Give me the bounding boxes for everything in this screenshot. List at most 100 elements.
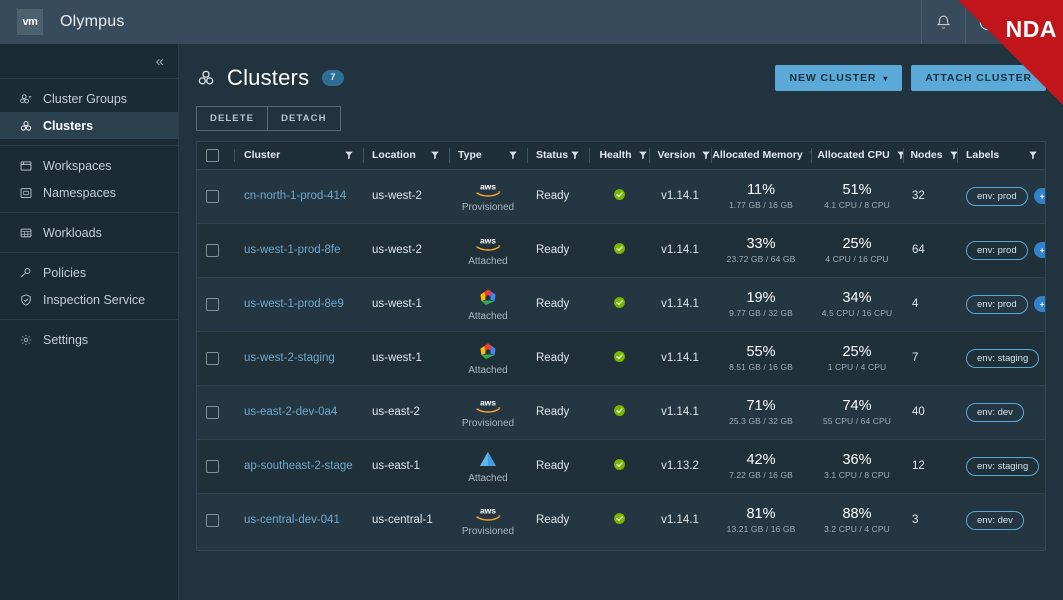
sidebar-item-settings[interactable]: Settings — [0, 326, 178, 353]
cell-cluster: us-west-2-staging — [235, 331, 363, 385]
cpu-percent: 36% — [842, 452, 872, 469]
attach-cluster-button[interactable]: ATTACH CLUSTER — [911, 65, 1046, 91]
workloads-icon — [17, 226, 34, 240]
cell-allocated-cpu: 34% 4.5 CPU / 16 CPU — [811, 277, 903, 331]
filter-icon[interactable] — [430, 150, 440, 160]
brand[interactable]: vm Olympus — [0, 9, 125, 35]
label-chip[interactable]: env: staging — [966, 348, 1040, 368]
col-nodes: Nodes — [903, 142, 958, 170]
cell-cluster: us-west-1-prod-8e9 — [235, 277, 363, 331]
row-checkbox[interactable] — [206, 297, 219, 311]
cell-type: Attached — [449, 277, 527, 331]
cell-version: v1.14.1 — [661, 190, 699, 202]
table-row[interactable]: us-west-2-staging us-west-1 Attached Ready v… — [197, 331, 1045, 385]
cluster-link[interactable]: us-central-dev-041 — [244, 514, 340, 526]
row-checkbox[interactable] — [206, 351, 219, 365]
cell-type: aws Provisioned — [449, 385, 527, 439]
cell-version: v1.14.1 — [661, 298, 699, 310]
cell-status: Ready — [536, 190, 570, 202]
select-all-checkbox[interactable] — [206, 148, 219, 162]
filter-icon[interactable] — [570, 150, 580, 160]
cell-status: Ready — [536, 406, 570, 418]
row-select-cell — [197, 277, 235, 331]
cell-labels: env: prod +2 — [957, 169, 1045, 223]
filter-icon[interactable] — [638, 150, 648, 160]
label-chip[interactable]: env: prod — [966, 186, 1028, 206]
row-select-cell — [197, 385, 235, 439]
col-allocated-memory: Allocated Memory — [711, 142, 818, 170]
sidebar-item-inspection-service[interactable]: Inspection Service — [0, 286, 178, 313]
cell-version: v1.14.1 — [661, 352, 699, 364]
memory-percent: 33% — [746, 236, 776, 253]
table-row[interactable]: us-west-1-prod-8fe us-west-2 aws Attached Re… — [197, 223, 1045, 277]
sidebar-item-workloads[interactable]: Workloads — [0, 219, 178, 246]
cpu-percent: 25% — [842, 344, 872, 361]
table-row[interactable]: us-west-1-prod-8e9 us-west-1 Attached Ready… — [197, 277, 1045, 331]
label-chip[interactable]: env: staging — [966, 456, 1040, 476]
memory-detail: 1.77 GB / 16 GB — [729, 200, 793, 211]
cell-status: Ready — [536, 352, 570, 364]
cell-nodes: 12 — [912, 460, 925, 472]
table-row[interactable]: us-east-2-dev-0a4 us-east-2 aws Provisioned… — [197, 385, 1045, 439]
row-checkbox[interactable] — [206, 405, 219, 419]
row-checkbox[interactable] — [206, 243, 219, 257]
cell-status: Ready — [536, 244, 570, 256]
row-checkbox[interactable] — [206, 189, 219, 203]
help-icon[interactable] — [964, 0, 1009, 44]
cluster-link[interactable]: us-east-2-dev-0a4 — [244, 406, 337, 418]
delete-button[interactable]: DELETE — [196, 106, 269, 131]
sidebar-item-namespaces[interactable]: Namespaces — [0, 179, 178, 206]
cell-allocated-cpu: 88% 3.2 CPU / 4 CPU — [811, 493, 903, 547]
workspaces-icon — [17, 159, 34, 173]
filter-icon[interactable] — [508, 150, 518, 160]
filter-icon[interactable] — [701, 150, 711, 160]
table-row[interactable]: us-central-dev-041 us-central-1 aws Provisi… — [197, 493, 1045, 547]
table-row[interactable]: cn-north-1-prod-414 us-west-2 aws Provision… — [197, 169, 1045, 223]
type-subtitle: Attached — [468, 255, 508, 267]
sidebar: « Cluster Groups Clusters Workspaces Nam… — [0, 44, 179, 600]
sidebar-item-workspaces[interactable]: Workspaces — [0, 152, 178, 179]
col-select — [197, 142, 235, 170]
user-menu[interactable]: Sha — [1008, 0, 1063, 44]
memory-percent: 55% — [746, 344, 776, 361]
table-row[interactable]: ap-southeast-2-stage us-east-1 Attached Rea… — [197, 439, 1045, 493]
sidebar-item-cluster-groups[interactable]: Cluster Groups — [0, 85, 178, 112]
google-cloud-logo-icon — [480, 288, 496, 305]
new-cluster-button[interactable]: NEW CLUSTER ▾ — [775, 65, 903, 91]
label-chip[interactable]: env: dev — [966, 402, 1024, 422]
sidebar-item-clusters[interactable]: Clusters — [0, 112, 178, 139]
label-more-chip[interactable]: +2 — [1033, 296, 1045, 312]
cell-cluster: us-west-1-prod-8fe — [235, 223, 363, 277]
aws-logo-icon: aws — [476, 181, 501, 197]
cell-labels: env: staging — [957, 331, 1045, 385]
memory-detail: 7.22 GB / 16 GB — [729, 470, 793, 481]
bell-icon[interactable] — [920, 0, 965, 44]
cell-nodes: 32 — [912, 190, 925, 202]
top-header-bar: vm Olympus Sha — [0, 0, 1063, 44]
sidebar-collapse-button[interactable]: « — [0, 44, 178, 78]
label-chip[interactable]: env: prod — [966, 294, 1028, 314]
sidebar-group-3: Workloads — [0, 213, 178, 252]
cluster-link[interactable]: us-west-1-prod-8fe — [244, 244, 341, 256]
label-chip[interactable]: env: prod — [966, 240, 1028, 260]
col-labels: Labels — [957, 142, 1045, 170]
inspection-service-icon — [17, 293, 34, 307]
cpu-percent: 74% — [842, 398, 872, 415]
row-checkbox[interactable] — [206, 513, 219, 527]
cell-labels: env: prod +2 — [957, 277, 1045, 331]
cluster-link[interactable]: us-west-2-staging — [244, 352, 335, 364]
label-more-chip[interactable]: +2 — [1033, 188, 1045, 204]
row-checkbox[interactable] — [206, 459, 219, 473]
filter-icon[interactable] — [1028, 150, 1038, 160]
sidebar-item-policies[interactable]: Policies — [0, 259, 178, 286]
label-more-chip[interactable]: +2 — [1033, 242, 1045, 258]
label-chip[interactable]: env: dev — [966, 510, 1024, 530]
detach-button[interactable]: DETACH — [268, 106, 341, 131]
cluster-link[interactable]: us-west-1-prod-8e9 — [244, 298, 344, 310]
cluster-link[interactable]: cn-north-1-prod-414 — [244, 190, 346, 202]
filter-icon[interactable] — [344, 150, 354, 160]
sidebar-item-label: Workspaces — [43, 158, 112, 173]
col-location-label: Location — [372, 149, 416, 162]
cluster-link[interactable]: ap-southeast-2-stage — [244, 460, 353, 472]
cpu-detail: 4.1 CPU / 8 CPU — [824, 200, 890, 211]
